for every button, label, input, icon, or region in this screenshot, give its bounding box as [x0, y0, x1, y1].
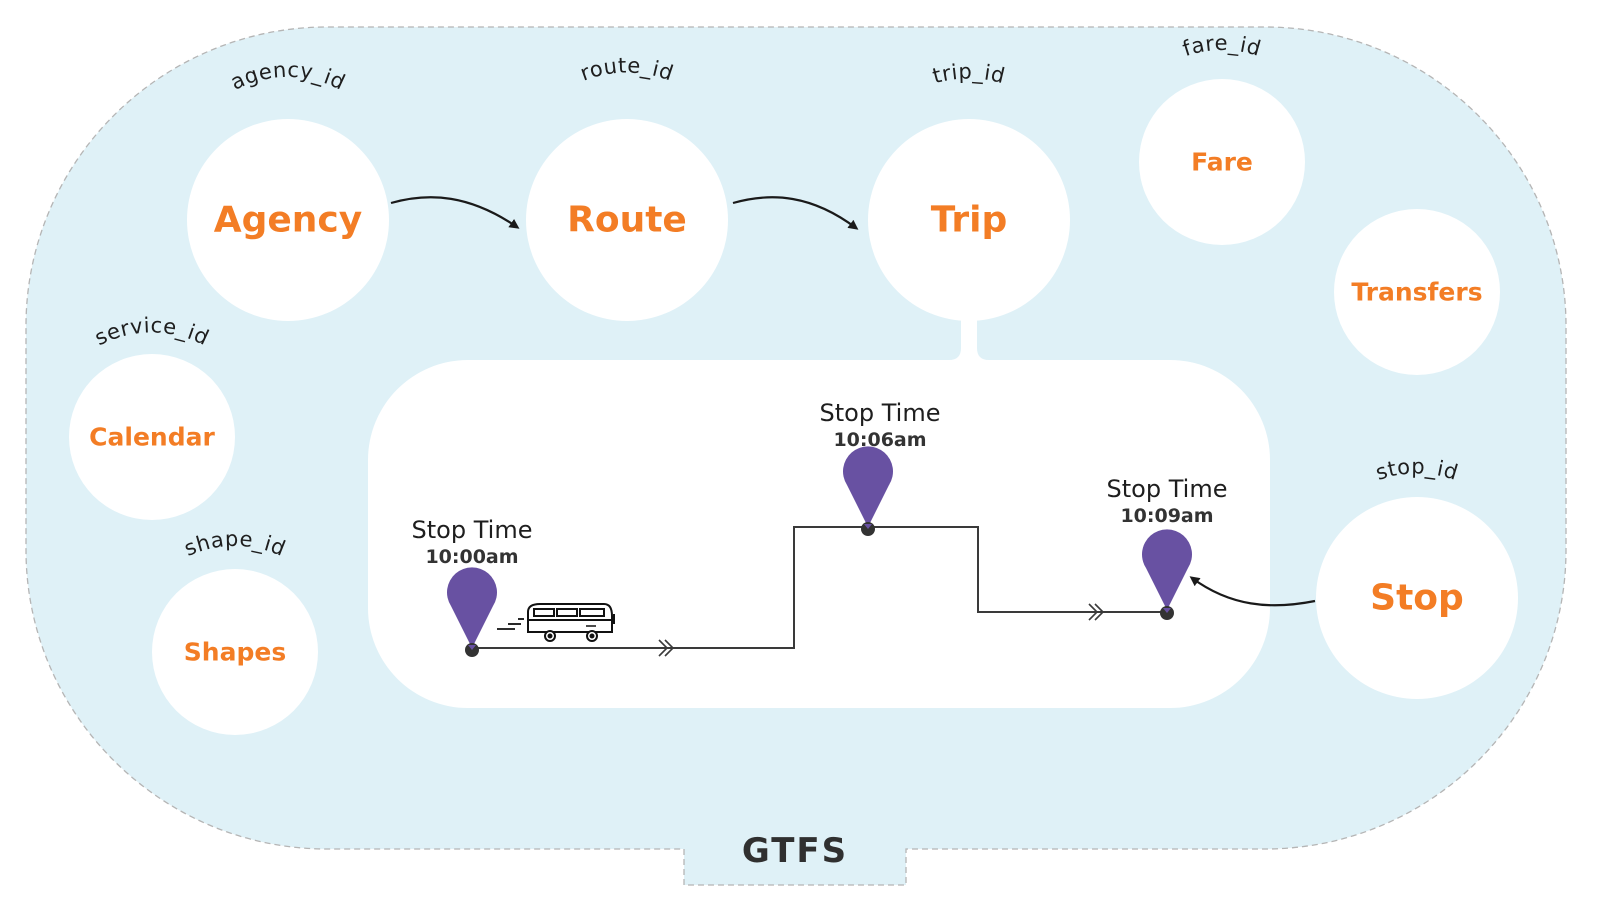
stop-time-1-time: 10:00am — [425, 546, 518, 568]
gtfs-diagram: GTFS Agency agency_id Route route_id Tri… — [25, 26, 1567, 886]
stop-times-panel — [368, 300, 1270, 708]
stop-time-3-label: Stop Time — [1107, 475, 1228, 503]
stop-time-1-label: Stop Time — [412, 516, 533, 544]
stop-time-2-time: 10:06am — [833, 429, 926, 451]
entity-agency-label: Agency — [214, 200, 362, 241]
entity-calendar-label: Calendar — [89, 423, 215, 452]
entity-trip-label: Trip — [931, 200, 1007, 241]
entity-transfers[interactable]: Transfers — [1334, 209, 1500, 375]
stop-time-2-label: Stop Time — [820, 399, 941, 427]
entity-route-label: Route — [567, 200, 687, 241]
entity-shapes-label: Shapes — [184, 638, 286, 667]
entity-fare-label: Fare — [1191, 148, 1253, 177]
stop-time-3-time: 10:09am — [1120, 505, 1213, 527]
entity-transfers-label: Transfers — [1351, 278, 1482, 307]
entity-stop-label: Stop — [1370, 578, 1464, 619]
gtfs-title: GTFS — [742, 831, 848, 871]
